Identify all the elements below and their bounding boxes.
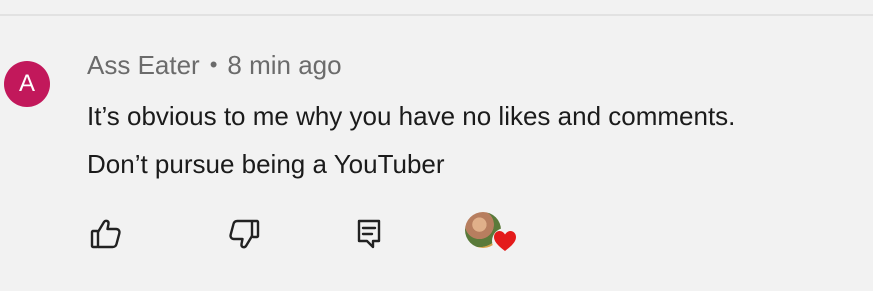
comment-meta: Ass Eater • 8 min ago bbox=[87, 49, 342, 81]
thumbs-up-icon bbox=[90, 219, 121, 249]
creator-heart[interactable] bbox=[465, 212, 521, 256]
thumbs-down-icon bbox=[229, 219, 260, 249]
dislike-button[interactable] bbox=[222, 212, 266, 256]
comment-time: 8 min ago bbox=[227, 49, 342, 80]
reply-button[interactable] bbox=[347, 212, 391, 256]
comment: A Ass Eater • 8 min ago It’s obvious to … bbox=[0, 16, 873, 291]
avatar[interactable]: A bbox=[4, 61, 50, 107]
comment-line-1: It’s obvious to me why you have no likes… bbox=[87, 101, 736, 131]
like-button[interactable] bbox=[84, 212, 128, 256]
comment-author[interactable]: Ass Eater bbox=[87, 50, 200, 81]
meta-separator: • bbox=[209, 52, 218, 77]
heart-icon bbox=[492, 228, 518, 254]
avatar-letter: A bbox=[18, 70, 35, 97]
comment-reply-icon bbox=[357, 219, 381, 249]
comment-line-2: Don’t pursue being a YouTuber bbox=[87, 149, 445, 179]
comment-actions bbox=[0, 212, 873, 256]
comment-text: It’s obvious to me why you have no likes… bbox=[87, 92, 873, 188]
